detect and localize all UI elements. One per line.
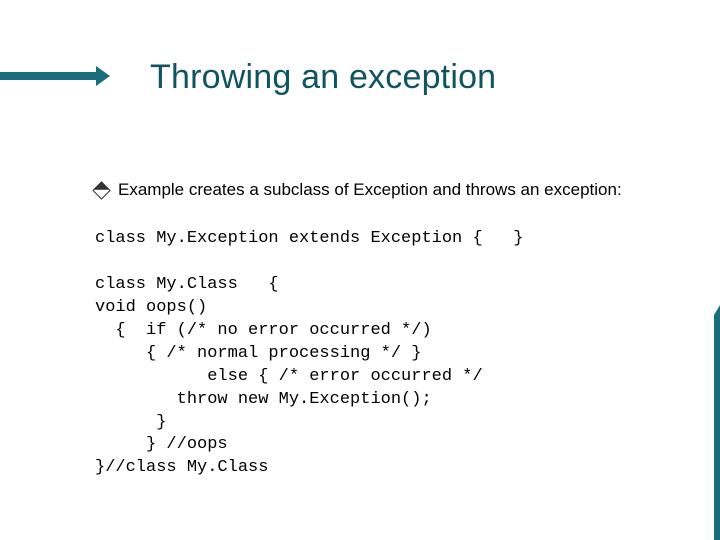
code-line: } — [95, 413, 166, 432]
accent-bar — [0, 72, 100, 80]
code-line: { if (/* no error occurred */) — [95, 321, 432, 340]
bullet-item: Example creates a subclass of Exception … — [95, 180, 655, 200]
slide: Throwing an exception Example creates a … — [0, 0, 720, 540]
title-accent — [0, 57, 115, 95]
slide-title: Throwing an exception — [150, 58, 496, 97]
code-line: void oops() — [95, 298, 207, 317]
slide-body: Example creates a subclass of Exception … — [95, 180, 655, 480]
bullet-text: Example creates a subclass of Exception … — [118, 180, 622, 200]
code-line: else { /* error occurred */ — [95, 367, 483, 386]
accent-arrow-icon — [96, 66, 110, 86]
side-accent-tip-icon — [714, 305, 720, 315]
code-line: throw new My.Exception(); — [95, 390, 432, 409]
code-block: class My.Exception extends Exception { }… — [95, 228, 655, 480]
code-line: } //oops — [95, 435, 228, 454]
code-line: class My.Class { — [95, 275, 279, 294]
code-line: }//class My.Class — [95, 458, 268, 477]
side-accent-line — [714, 315, 720, 540]
code-line: class My.Exception extends Exception { } — [95, 229, 523, 248]
code-line: { /* normal processing */ } — [95, 344, 421, 363]
diamond-bullet-icon — [92, 181, 110, 199]
